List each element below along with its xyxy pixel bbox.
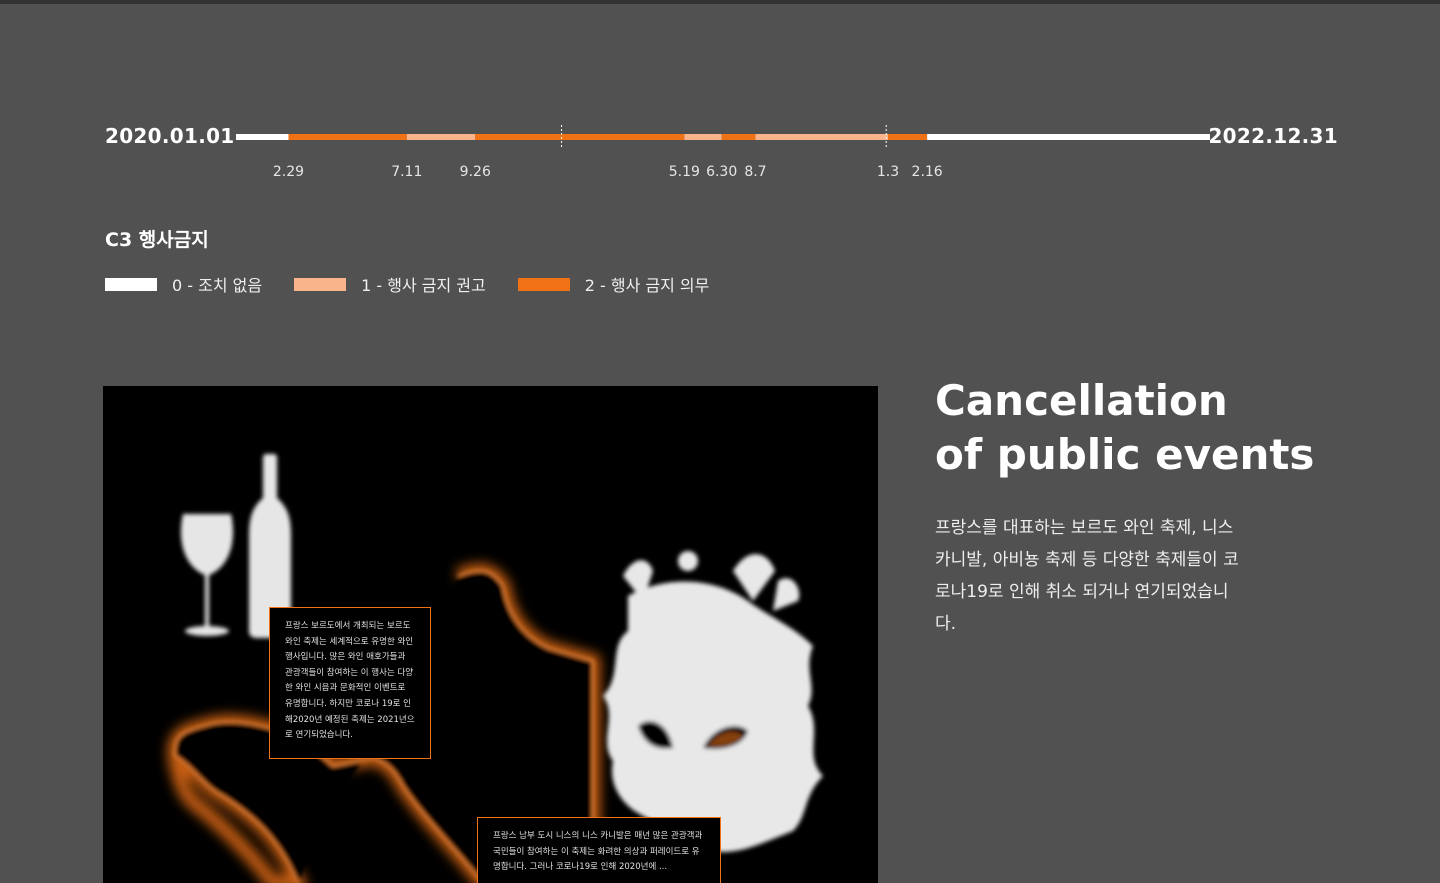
france-illustration [167,454,823,883]
timeline-segment-level2 [475,134,685,140]
carnival-mask-icon [603,551,823,852]
heading-line-2: of public events [935,430,1315,479]
legend-item-level0: 0 - 조치 없음 [105,272,262,296]
timeline-segment-level2 [721,134,756,140]
legend-label: 2 - 행사 금지 의무 [584,276,710,295]
timeline-tick-label: 7.11 [391,164,423,180]
timeline-tick-label: 9.26 [459,164,491,180]
wine-glass-icon [180,514,234,636]
timeline-segment-level2 [888,134,928,140]
illustration-panel: 프랑스 보르도에서 개최되는 보르도 와인 축제는 세계적으로 유명한 와인 행… [103,386,878,883]
legend-item-level1: 1 - 행사 금지 권고 [294,272,486,296]
bordeaux-info-box: 프랑스 보르도에서 개최되는 보르도 와인 축제는 세계적으로 유명한 와인 행… [269,607,431,759]
legend-label: 1 - 행사 금지 권고 [361,276,486,295]
timeline-tick-label: 1.3 [876,164,900,180]
heading-line-1: Cancellation [935,376,1228,425]
legend-label: 0 - 조치 없음 [172,276,263,295]
legend-item-level2: 2 - 행사 금지 의무 [517,272,710,296]
timeline-segment-level1 [684,134,722,140]
legend-title: C3 행사금지 [105,229,209,251]
timeline-tick-label: 8.7 [744,164,767,180]
timeline-tick-label: 5.19 [668,164,700,180]
timeline-tick-label: 2.29 [272,164,305,180]
legend-swatch-light-orange [294,277,347,291]
legend-swatch-orange [517,277,570,291]
timeline-segment-level0 [236,134,289,140]
section-heading: Cancellation of public events [935,374,1314,482]
timeline-segment-level0 [927,134,1210,140]
timeline-tick-label: 6.30 [706,164,738,180]
legend: 0 - 조치 없음 1 - 행사 금지 권고 2 - 행사 금지 의무 [105,272,741,296]
legend-swatch-white [105,277,157,291]
timeline-segment-level1 [755,134,889,140]
section-body-text: 프랑스를 대표하는 보르도 와인 축제, 니스 카니발, 아비뇽 축제 등 다양… [935,518,1239,634]
timeline-tick-label: 2.16 [911,164,943,180]
timeline-segment-level1 [406,134,476,140]
timeline-segment-level2 [288,134,407,140]
nice-info-box: 프랑스 남부 도시 니스의 니스 카니발은 매년 많은 관광객과 국민들이 참여… [477,817,721,883]
